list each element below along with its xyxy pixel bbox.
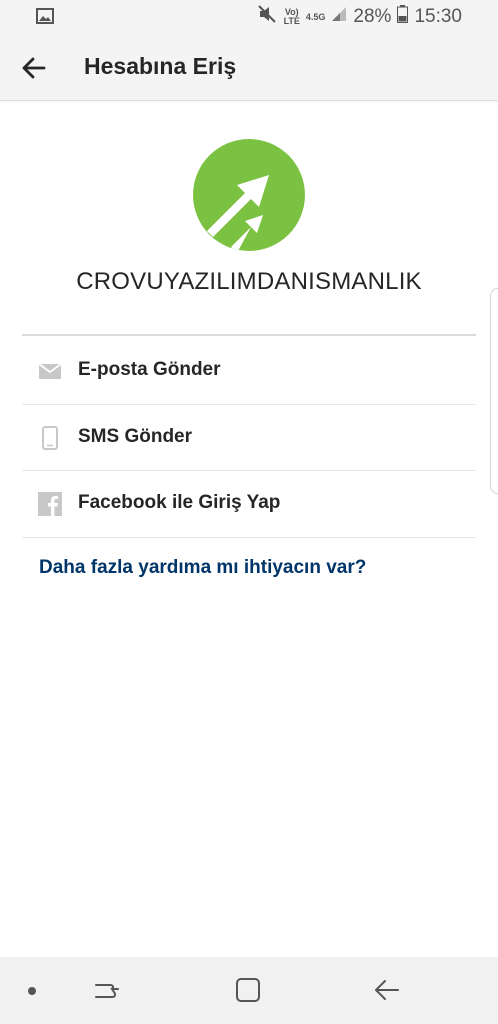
section-divider [22, 334, 476, 336]
gallery-notification-icon [36, 8, 54, 30]
facebook-login-label: Facebook ile Giriş Yap [78, 492, 281, 513]
send-sms-option[interactable]: SMS Gönder [22, 405, 476, 471]
facebook-login-option[interactable]: Facebook ile Giriş Yap [22, 471, 476, 537]
phone-icon [38, 426, 62, 450]
send-email-label: E-posta Gönder [78, 359, 221, 380]
signal-icon [331, 6, 347, 28]
mail-icon [38, 359, 62, 383]
battery-percent: 28% [353, 6, 392, 27]
back-arrow-icon[interactable] [18, 52, 50, 84]
page-title: Hesabına Eriş [84, 53, 237, 79]
clock: 15:30 [414, 6, 462, 27]
volte-indicator: Vo) LTE [283, 7, 300, 26]
mute-icon [257, 5, 278, 29]
account-name: CROVUYAZILIMDANISMANLIK [76, 268, 422, 295]
back-nav-icon[interactable] [370, 975, 404, 1005]
facebook-icon [38, 492, 62, 516]
send-email-option[interactable]: E-posta Gönder [22, 338, 476, 404]
battery-icon [397, 5, 409, 29]
send-sms-label: SMS Gönder [78, 426, 193, 447]
app-bar: Hesabına Eriş [0, 34, 498, 101]
growth-arrows-logo-icon [207, 175, 269, 251]
system-navigation-bar [0, 957, 498, 1024]
edge-panel-handle[interactable] [490, 288, 498, 494]
nav-dot-icon[interactable] [28, 987, 36, 995]
need-more-help-link[interactable]: Daha fazla yardıma mı ihtiyacın var? [39, 557, 366, 579]
network-type-indicator: 4.5G [305, 11, 326, 22]
home-button-icon[interactable] [231, 975, 265, 1005]
status-bar: Vo) LTE 4.5G 28% 15:30 [0, 0, 498, 34]
recent-apps-icon[interactable] [90, 975, 124, 1005]
option-divider [22, 537, 476, 538]
account-avatar [193, 139, 305, 251]
